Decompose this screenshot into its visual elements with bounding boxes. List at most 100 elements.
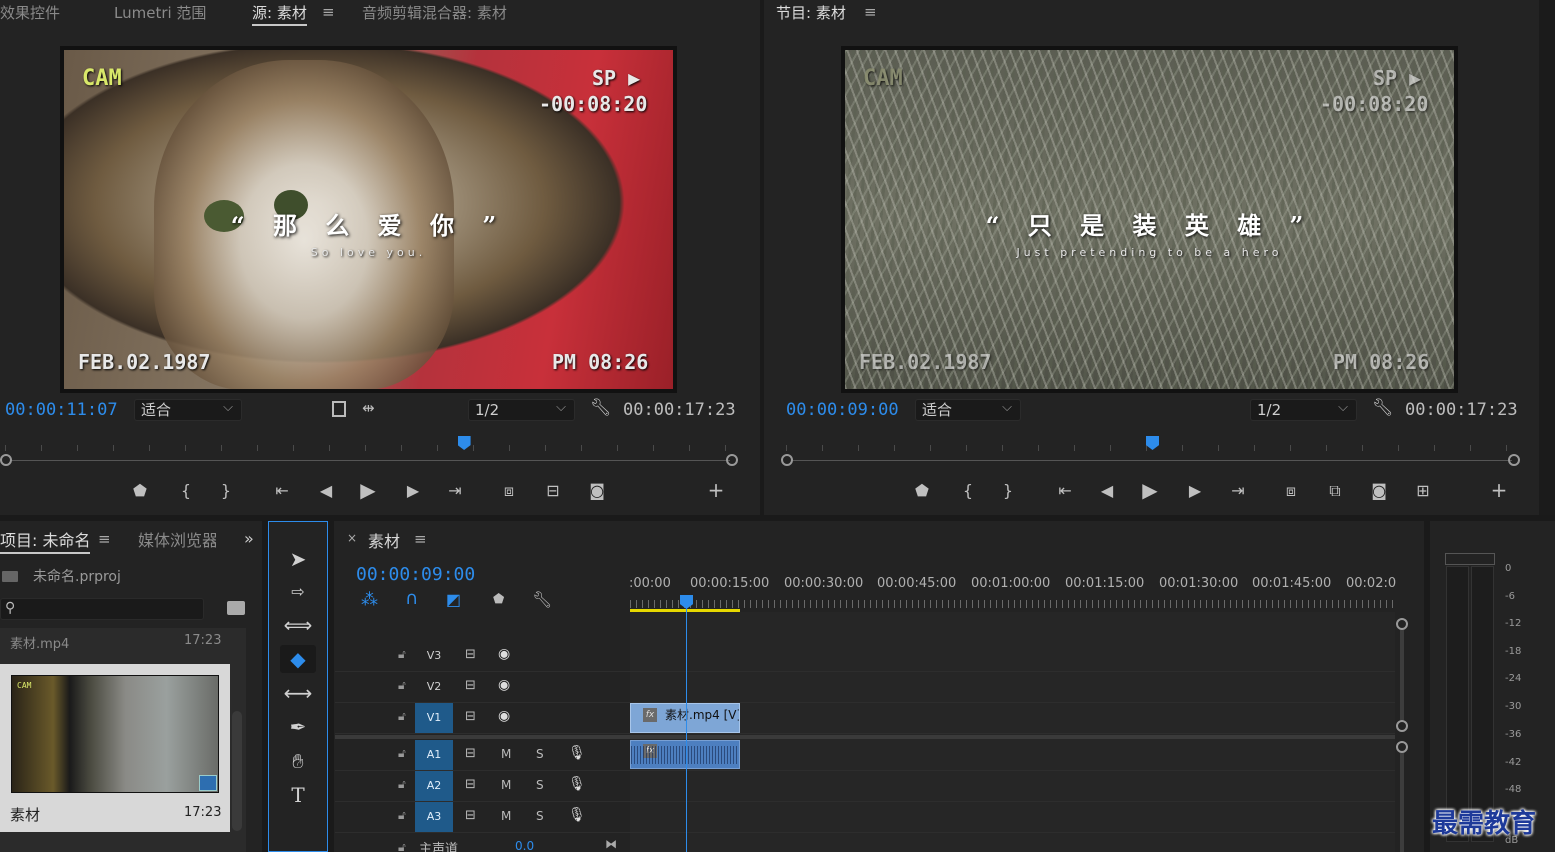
close-tab-icon[interactable]: × xyxy=(347,531,357,545)
program-scrubber-end[interactable] xyxy=(1508,454,1520,466)
prog-go-to-out-button[interactable]: ⇥ xyxy=(1226,481,1250,501)
insert-overwrite-icon[interactable]: ⇹ xyxy=(362,399,375,417)
mute-button[interactable]: M xyxy=(501,747,511,761)
solo-button[interactable]: S xyxy=(536,747,544,761)
project-scrollbar[interactable] xyxy=(232,711,242,831)
tab-audio-clip-mixer[interactable]: 音频剪辑混合器: 素材 xyxy=(362,2,507,23)
prog-step-forward-button[interactable]: ▶︎ xyxy=(1183,481,1207,501)
prog-add-marker-button[interactable]: ⬟ xyxy=(910,481,934,501)
video-track-row[interactable] xyxy=(335,703,1395,734)
a-zoom-top[interactable] xyxy=(1396,741,1408,753)
tab-project[interactable]: 项目: 未命名 xyxy=(0,527,91,554)
sync-lock-icon[interactable]: ⊟ xyxy=(465,647,476,662)
source-scrubber-start[interactable] xyxy=(0,454,12,466)
source-timecode[interactable]: 00:00:11:07 xyxy=(5,400,118,420)
overwrite-button[interactable]: ⊟ xyxy=(541,481,565,501)
audio-track-row[interactable] xyxy=(335,740,1395,771)
lift-button[interactable]: ⧈ xyxy=(1279,481,1303,501)
timeline-menu-icon[interactable]: ≡ xyxy=(414,530,427,548)
nest-toggle-icon[interactable]: ⁂ xyxy=(361,590,378,610)
prog-mark-in-button[interactable]: { xyxy=(956,481,980,501)
microphone-icon[interactable]: 🎙︎ xyxy=(568,745,586,761)
type-tool-icon[interactable]: T xyxy=(280,781,316,809)
audio-track-row[interactable] xyxy=(335,802,1395,833)
eye-icon[interactable]: ◉ xyxy=(498,708,510,724)
clip-thumbnail[interactable] xyxy=(11,675,219,793)
linked-selection-icon[interactable]: ◩ xyxy=(446,590,461,609)
prog-mark-out-button[interactable]: } xyxy=(996,481,1020,501)
sync-lock-icon[interactable]: ⊟ xyxy=(465,808,476,823)
camera-icon[interactable]: ◙ xyxy=(585,481,609,501)
track-lock-icon[interactable]: 🔓︎ xyxy=(398,746,406,761)
sync-lock-icon[interactable]: ⊟ xyxy=(465,777,476,792)
sync-lock-icon[interactable]: ⊟ xyxy=(465,678,476,693)
av-divider[interactable] xyxy=(335,735,1395,739)
prog-button-editor-plus[interactable]: + xyxy=(1487,480,1511,500)
razor-tool-icon[interactable]: ◆ xyxy=(280,645,316,673)
timeline-tab[interactable]: 素材 xyxy=(368,528,400,552)
audio-track-row[interactable] xyxy=(335,771,1395,802)
source-scrubber-track[interactable] xyxy=(10,460,730,461)
mute-button[interactable]: M xyxy=(501,809,511,823)
slip-tool-icon[interactable]: ⟷ xyxy=(280,679,316,707)
tab-media-browser[interactable]: 媒体浏览器 xyxy=(138,527,216,551)
a-scrollbar[interactable] xyxy=(1400,753,1404,852)
extract-button[interactable]: ⧉ xyxy=(1323,481,1347,501)
mark-in-button[interactable]: { xyxy=(174,481,198,501)
program-settings-icon[interactable]: 🔧︎ xyxy=(1372,398,1394,418)
eye-icon[interactable]: ◉ xyxy=(498,677,510,693)
track-lock-icon[interactable]: 🔓︎ xyxy=(398,647,406,662)
prog-camera-icon[interactable]: ◙ xyxy=(1367,481,1391,501)
mark-out-button[interactable]: } xyxy=(214,481,238,501)
program-scrubber-track[interactable] xyxy=(792,460,1512,461)
play-button[interactable]: ▶︎ xyxy=(356,480,380,500)
program-resolution-dropdown[interactable]: 1/2 xyxy=(1250,398,1357,421)
insert-button[interactable]: ⧈ xyxy=(497,481,521,501)
track-select-tool-icon[interactable]: ⇨ xyxy=(280,578,316,606)
source-settings-icon[interactable]: 🔧︎ xyxy=(590,398,612,418)
selection-tool-icon[interactable]: ➤ xyxy=(280,545,316,573)
find-icon[interactable] xyxy=(227,601,245,615)
timeline-timecode[interactable]: 00:00:09:00 xyxy=(356,564,475,585)
prog-play-button[interactable]: ▶︎ xyxy=(1138,480,1162,500)
source-fit-dropdown[interactable]: 适合 xyxy=(134,398,242,421)
tab-program[interactable]: 节目: 素材 xyxy=(776,2,846,24)
master-lock-icon[interactable]: 🔓︎ xyxy=(398,840,406,852)
tab-lumetri-scopes[interactable]: Lumetri 范围 xyxy=(114,2,206,23)
compare-view-button[interactable]: ⊞ xyxy=(1411,481,1435,501)
track-lock-icon[interactable]: 🔓︎ xyxy=(398,709,406,724)
track-lock-icon[interactable]: 🔓︎ xyxy=(398,678,406,693)
timeline-settings-icon[interactable]: 🔧︎ xyxy=(532,590,552,609)
track-target-a1[interactable]: A1 xyxy=(415,740,453,770)
add-marker-button[interactable]: ⬟ xyxy=(128,481,152,501)
hand-tool-icon[interactable]: ✋︎ xyxy=(280,747,316,775)
more-panels-icon[interactable]: » xyxy=(244,529,254,548)
video-track-row[interactable] xyxy=(335,641,1395,672)
right-edge-scroll[interactable] xyxy=(1539,0,1555,520)
go-to-out-button[interactable]: ⇥ xyxy=(443,481,467,501)
v-zoom-mid[interactable] xyxy=(1396,720,1408,732)
program-scrubber-start[interactable] xyxy=(781,454,793,466)
source-scrubber-end[interactable] xyxy=(726,454,738,466)
pen-tool-icon[interactable]: ✒︎ xyxy=(280,713,316,741)
v-zoom-top[interactable] xyxy=(1396,618,1408,630)
track-target-v1[interactable]: V1 xyxy=(415,703,453,733)
track-target-a3[interactable]: A3 xyxy=(415,802,453,832)
add-marker-icon[interactable]: ⬟ xyxy=(493,592,504,607)
source-resolution-dropdown[interactable]: 1/2 xyxy=(468,398,575,421)
video-track-row[interactable] xyxy=(335,672,1395,703)
program-timecode[interactable]: 00:00:09:00 xyxy=(786,400,899,420)
track-target-a2[interactable]: A2 xyxy=(415,771,453,801)
v-scrollbar[interactable] xyxy=(1400,630,1404,720)
program-fit-dropdown[interactable]: 适合 xyxy=(915,398,1021,421)
track-lock-icon[interactable]: 🔓︎ xyxy=(398,777,406,792)
track-target-v3[interactable]: V3 xyxy=(415,641,453,671)
master-value[interactable]: 0.0 xyxy=(515,839,534,852)
microphone-icon[interactable]: 🎙︎ xyxy=(568,807,586,823)
tab-effect-controls[interactable]: 效果控件 xyxy=(0,2,60,23)
master-bracket-icon[interactable]: ⧓ xyxy=(605,837,617,851)
eye-icon[interactable]: ◉ xyxy=(498,646,510,662)
prog-go-to-in-button[interactable]: ⇤ xyxy=(1053,481,1077,501)
source-menu-icon[interactable]: ≡ xyxy=(322,3,335,21)
microphone-icon[interactable]: 🎙︎ xyxy=(568,776,586,792)
